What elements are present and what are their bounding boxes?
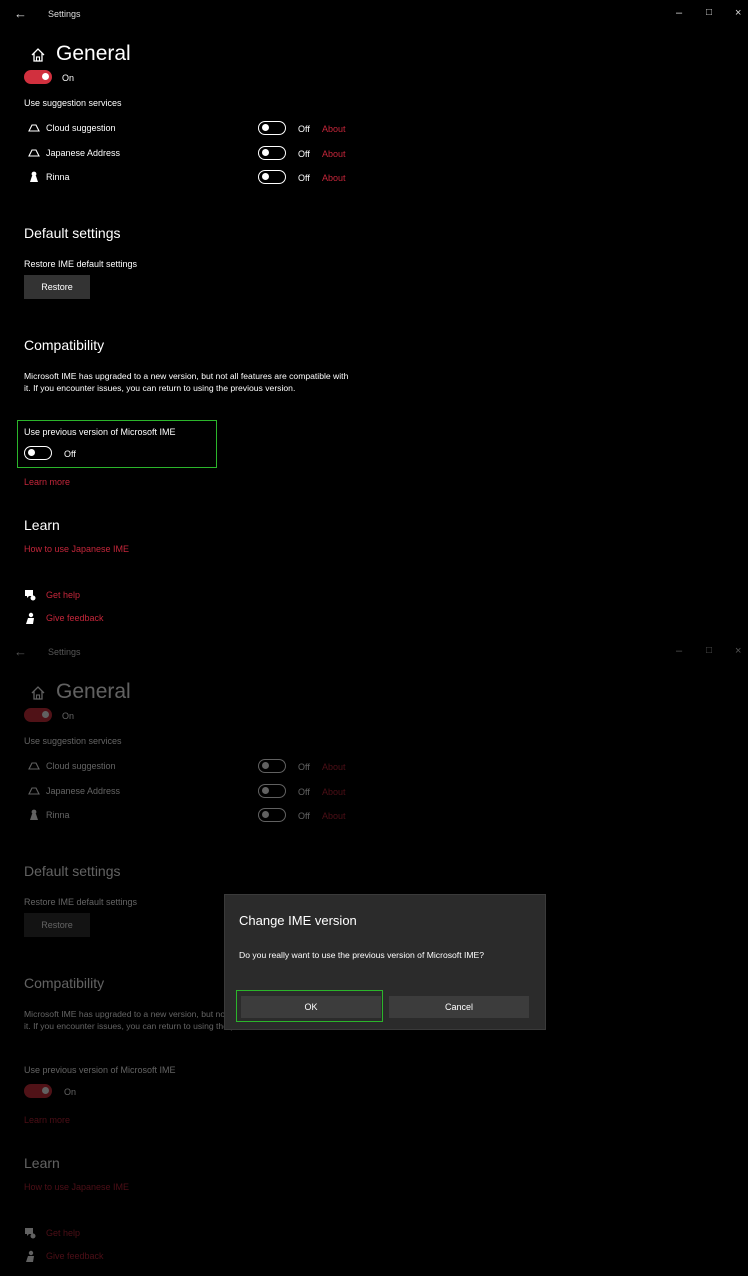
title-bar: ← Settings – □ ×: [0, 0, 748, 30]
rinna-label: Rinna: [46, 172, 70, 182]
general-toggle[interactable]: [24, 70, 52, 84]
window-title: Settings: [48, 9, 81, 19]
japanese-address-state: Off: [298, 149, 310, 159]
japanese-address-about-link[interactable]: About: [322, 149, 346, 159]
learn-heading: Learn: [24, 517, 60, 533]
restore-button[interactable]: Restore: [24, 275, 90, 299]
back-button[interactable]: ←: [14, 7, 27, 21]
ok-button[interactable]: OK: [241, 996, 381, 1018]
default-settings-heading: Default settings: [24, 225, 121, 241]
minimize-button[interactable]: –: [676, 6, 682, 20]
page-title: General: [56, 42, 131, 65]
settings-window-after: ← Settings – □ × General On Use suggesti…: [0, 638, 748, 1276]
dialog-title: Change IME version: [239, 913, 357, 928]
home-icon: [31, 48, 45, 62]
get-help-link[interactable]: Get help: [46, 590, 80, 600]
rinna-state: Off: [298, 173, 310, 183]
maximize-button[interactable]: □: [706, 6, 712, 20]
restore-label: Restore IME default settings: [24, 259, 138, 269]
cancel-button[interactable]: Cancel: [389, 996, 529, 1018]
settings-window-before: ← Settings – □ × General On Use suggesti…: [0, 0, 748, 638]
compatibility-description: Microsoft IME has upgraded to a new vers…: [24, 371, 349, 393]
cloud-suggestion-toggle[interactable]: [258, 121, 286, 135]
learn-more-link[interactable]: Learn more: [24, 477, 70, 487]
close-button[interactable]: ×: [735, 6, 741, 20]
cloud-suggestion-label: Cloud suggestion: [46, 123, 116, 133]
rinna-icon: [30, 171, 38, 182]
how-to-use-link[interactable]: How to use Japanese IME: [24, 544, 129, 554]
japanese-address-label: Japanese Address: [46, 148, 121, 158]
give-feedback-link[interactable]: Give feedback: [46, 613, 104, 623]
change-ime-version-dialog: Change IME version Do you really want to…: [224, 894, 546, 1030]
cloud-icon: [28, 149, 40, 157]
give-feedback-icon: [26, 612, 34, 624]
rinna-toggle[interactable]: [258, 170, 286, 184]
general-toggle-state: On: [62, 73, 75, 83]
suggestions-heading: Use suggestion services: [24, 98, 122, 108]
cloud-suggestion-state: Off: [298, 124, 310, 134]
previous-version-state: Off: [64, 449, 76, 459]
get-help-icon: [25, 590, 36, 601]
japanese-address-toggle[interactable]: [258, 146, 286, 160]
compatibility-heading: Compatibility: [24, 337, 105, 353]
dialog-message: Do you really want to use the previous v…: [239, 950, 485, 960]
previous-version-label: Use previous version of Microsoft IME: [24, 427, 176, 437]
previous-version-toggle[interactable]: [24, 446, 52, 460]
rinna-about-link[interactable]: About: [322, 173, 346, 183]
cloud-suggestion-about-link[interactable]: About: [322, 124, 346, 134]
cloud-icon: [28, 124, 40, 132]
